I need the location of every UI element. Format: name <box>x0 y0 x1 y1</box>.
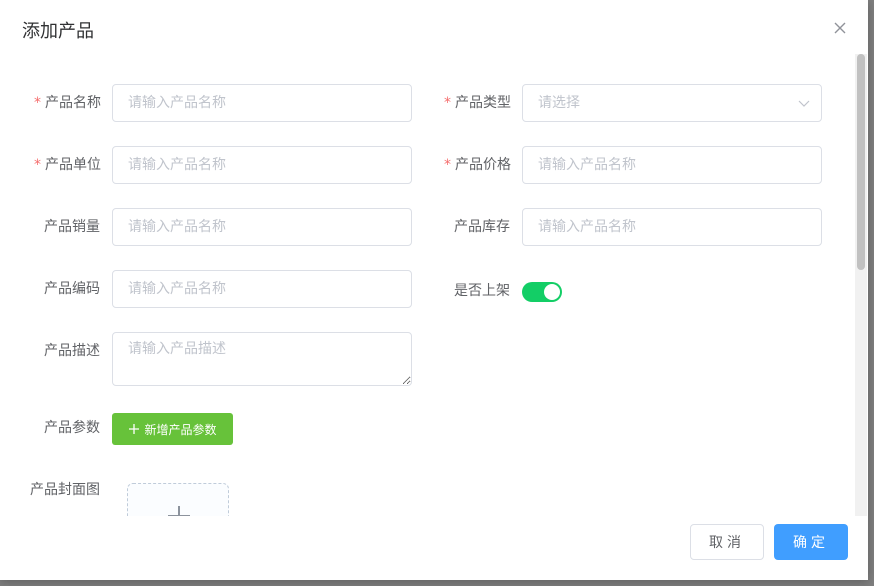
close-icon[interactable] <box>832 20 848 36</box>
product-code-label: 产品编码 <box>44 281 100 297</box>
required-mark: * <box>444 95 451 111</box>
dialog-title: 添加产品 <box>22 21 94 42</box>
required-mark: * <box>34 95 41 111</box>
required-mark: * <box>444 157 451 173</box>
product-name-input[interactable] <box>112 84 412 122</box>
product-type-input[interactable] <box>522 84 822 122</box>
add-product-dialog: 添加产品 *产品名称 *产品类型 *产品单位 *产品价格 产品销量 产品库存 产… <box>0 0 868 580</box>
confirm-button[interactable]: 确定 <box>774 524 848 560</box>
add-param-label: 新增产品参数 <box>144 422 217 437</box>
product-stock-label: 产品库存 <box>454 219 510 235</box>
required-mark: * <box>34 157 41 173</box>
chevron-down-icon <box>798 100 810 107</box>
product-unit-label: * 产品单位 <box>34 157 101 173</box>
product-desc-textarea[interactable] <box>112 332 412 386</box>
dialog-scrollbar[interactable] <box>855 54 867 516</box>
product-price-label: * 产品价格 <box>444 157 511 173</box>
product-unit-input[interactable] <box>112 146 412 184</box>
product-type-label: * 产品类型 <box>444 95 511 111</box>
product-desc-label: 产品描述 <box>44 343 100 359</box>
cancel-button[interactable]: 取消 <box>690 524 764 560</box>
product-stock-input[interactable] <box>522 208 822 246</box>
switch-knob <box>544 284 560 300</box>
add-param-button[interactable]: 新增产品参数 <box>112 413 233 445</box>
product-sales-input[interactable] <box>112 208 412 246</box>
on-shelf-switch[interactable] <box>522 282 562 302</box>
product-sales-label: 产品销量 <box>44 219 100 235</box>
product-code-input[interactable] <box>112 270 412 308</box>
product-cover-label: 产品封面图 <box>30 482 100 498</box>
product-name-label: * 产品名称 <box>34 95 101 111</box>
plus-icon <box>129 424 140 434</box>
on-shelf-label: 是否上架 <box>454 283 510 299</box>
product-price-input[interactable] <box>522 146 822 184</box>
product-params-label: 产品参数 <box>44 420 100 436</box>
scrollbar-thumb[interactable] <box>857 54 865 270</box>
product-type-select[interactable] <box>522 84 822 122</box>
